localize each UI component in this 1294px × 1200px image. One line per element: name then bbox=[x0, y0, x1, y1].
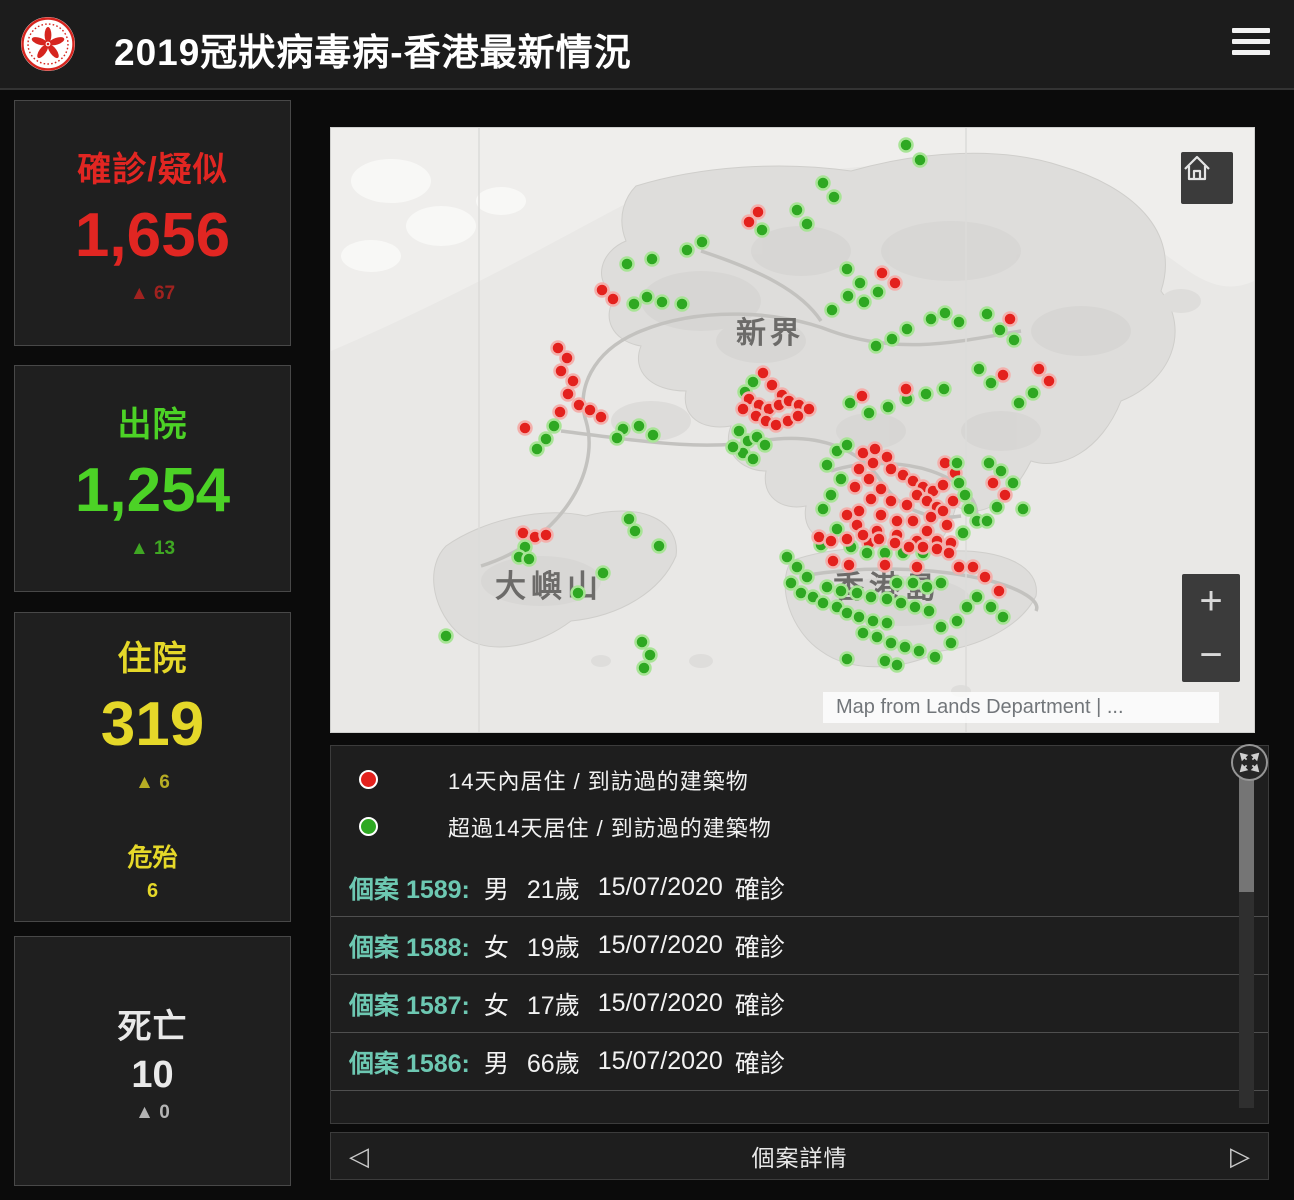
case-age: 17歲 bbox=[527, 986, 580, 1022]
case-row-1589[interactable]: 個案 1589: 男 21歲 15/07/2020 確診 bbox=[331, 859, 1269, 917]
map-label-new-territories: 新界 bbox=[736, 317, 804, 350]
stat-sub-value-critical: 6 bbox=[147, 880, 158, 903]
panel-expand-button[interactable] bbox=[1231, 744, 1268, 781]
expand-arrows-icon bbox=[1238, 751, 1261, 774]
next-page-chevron-icon[interactable]: ▷ bbox=[1212, 1141, 1268, 1172]
case-number: 個案 1588: bbox=[349, 928, 470, 964]
legend-label: 超過14天居住 / 到訪過的建築物 bbox=[448, 811, 772, 843]
prev-page-chevron-icon[interactable]: ◁ bbox=[331, 1141, 387, 1172]
stat-card-hospitalised: 住院 319 ▲ 6 危殆 6 bbox=[14, 612, 291, 922]
case-gender: 女 bbox=[484, 928, 509, 964]
map-home-button[interactable] bbox=[1181, 152, 1233, 204]
case-row-1587[interactable]: 個案 1587: 女 17歲 15/07/2020 確診 bbox=[331, 975, 1269, 1033]
panel-scrollbar[interactable] bbox=[1239, 764, 1254, 1108]
case-date: 15/07/2020 bbox=[598, 931, 723, 960]
green-dot-icon bbox=[359, 817, 378, 836]
case-gender: 男 bbox=[484, 870, 509, 906]
case-status: 確診 bbox=[735, 986, 785, 1022]
stat-card-deaths: 死亡 10 ▲ 0 bbox=[14, 936, 291, 1186]
map-zoom-control: + − bbox=[1182, 574, 1240, 682]
legend-label: 14天內居住 / 到訪過的建築物 bbox=[448, 764, 749, 796]
case-date: 15/07/2020 bbox=[598, 873, 723, 902]
stat-value: 10 bbox=[131, 1056, 173, 1094]
case-date: 15/07/2020 bbox=[527, 1105, 652, 1109]
case-status: 確診 bbox=[735, 870, 785, 906]
map-label-lantau: 大嶼山 bbox=[495, 569, 603, 604]
case-number: 個案 1587: bbox=[349, 986, 470, 1022]
app-header: 2019冠狀病毒病-香港最新情況 bbox=[0, 0, 1294, 90]
case-row-1586[interactable]: 個案 1586: 男 66歲 15/07/2020 確診 bbox=[331, 1033, 1269, 1091]
case-list: 個案 1589: 男 21歲 15/07/2020 確診 個案 1588: 女 … bbox=[331, 859, 1269, 1109]
case-gender: 男 bbox=[484, 1044, 509, 1080]
case-status: 確診 bbox=[735, 928, 785, 964]
scrollbar-thumb[interactable] bbox=[1239, 764, 1254, 892]
case-number: 個案 1586: bbox=[349, 1044, 470, 1080]
case-gender: 女 bbox=[484, 986, 509, 1022]
stat-delta: ▲ 67 bbox=[130, 283, 175, 305]
legend-row-recent: 14天內居住 / 到訪過的建築物 bbox=[331, 756, 1268, 803]
stat-label: 確診/疑似 bbox=[77, 142, 227, 191]
stat-label: 出院 bbox=[118, 397, 188, 446]
case-detail-nav-bar: ◁ 個案詳情 ▷ bbox=[330, 1132, 1269, 1180]
stat-delta: ▲ 0 bbox=[135, 1102, 170, 1124]
stat-label: 住院 bbox=[118, 631, 188, 680]
stat-delta: ▲ 13 bbox=[130, 538, 175, 560]
page-title: 2019冠狀病毒病-香港最新情況 bbox=[114, 22, 632, 76]
case-number: 個案 1585: bbox=[349, 1105, 470, 1109]
case-status: 確診 bbox=[735, 1044, 785, 1080]
basemap: 新界 大嶼山 香港島 bbox=[331, 128, 1254, 732]
menu-hamburger-icon[interactable] bbox=[1232, 28, 1272, 62]
case-date: 15/07/2020 bbox=[598, 1047, 723, 1076]
stat-value: 319 bbox=[101, 694, 204, 756]
zoom-in-button[interactable]: + bbox=[1182, 574, 1240, 628]
case-detail-bar-title: 個案詳情 bbox=[752, 1139, 848, 1173]
zoom-out-button[interactable]: − bbox=[1182, 628, 1240, 682]
map-canvas[interactable]: 新界 大嶼山 香港島 + − Map from Lands Department… bbox=[330, 127, 1255, 733]
red-dot-icon bbox=[359, 770, 378, 789]
case-row-1588[interactable]: 個案 1588: 女 19歲 15/07/2020 確診 bbox=[331, 917, 1269, 975]
stat-label: 死亡 bbox=[118, 999, 188, 1048]
case-number: 個案 1589: bbox=[349, 870, 470, 906]
case-date: 15/07/2020 bbox=[598, 989, 723, 1018]
stat-card-discharged: 出院 1,254 ▲ 13 bbox=[14, 365, 291, 592]
stat-card-confirmed: 確診/疑似 1,656 ▲ 67 bbox=[14, 100, 291, 346]
case-row-1585-partial[interactable]: 個案 1585: 男 15/07/2020 確診 bbox=[331, 1091, 1269, 1109]
map-attribution[interactable]: Map from Lands Department | ... bbox=[823, 692, 1219, 723]
case-detail-panel: 14天內居住 / 到訪過的建築物 超過14天居住 / 到訪過的建築物 個案 15… bbox=[330, 745, 1269, 1124]
case-status: 確診 bbox=[664, 1105, 714, 1109]
case-age: 66歲 bbox=[527, 1044, 580, 1080]
stat-value: 1,254 bbox=[75, 460, 230, 522]
case-age: 19歲 bbox=[527, 928, 580, 964]
case-gender: 男 bbox=[484, 1105, 509, 1109]
home-icon bbox=[1181, 152, 1213, 184]
legend-row-older: 超過14天居住 / 到訪過的建築物 bbox=[331, 803, 1268, 850]
stat-delta: ▲ 6 bbox=[135, 772, 170, 794]
case-age: 21歲 bbox=[527, 870, 580, 906]
stat-sub-label-critical: 危殆 bbox=[127, 838, 177, 874]
stat-value: 1,656 bbox=[75, 205, 230, 267]
hk-gov-logo-icon bbox=[20, 16, 76, 72]
